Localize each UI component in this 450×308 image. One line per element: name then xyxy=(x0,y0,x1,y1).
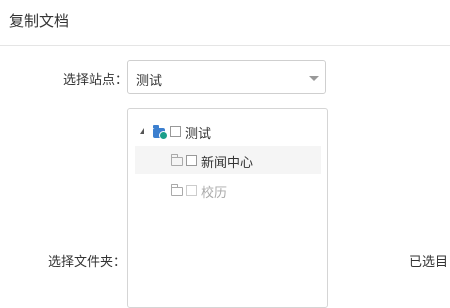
site-icon xyxy=(153,125,168,140)
tree-checkbox[interactable] xyxy=(170,126,181,137)
selected-label: 已选目 xyxy=(409,255,449,270)
tree-checkbox[interactable] xyxy=(186,155,197,166)
triangle-expanded-icon[interactable] xyxy=(140,128,144,134)
tree-node-label: 校历 xyxy=(201,186,228,201)
tree-node-root[interactable]: 测试 xyxy=(134,117,320,145)
site-select[interactable]: 测试 xyxy=(127,60,326,94)
site-select-value: 测试 xyxy=(136,74,163,89)
folder-label: 选择文件夹： xyxy=(48,255,127,270)
tree-node-label: 测试 xyxy=(185,127,212,142)
chevron-down-icon xyxy=(309,76,319,81)
tree-node-label: 新闻中心 xyxy=(201,156,254,171)
dialog-header: 复制文档 xyxy=(0,0,450,46)
tree-node-calendar: 校历 xyxy=(135,176,321,204)
folder-tree[interactable]: 测试 新闻中心 校历 xyxy=(127,108,328,308)
folder-icon xyxy=(171,154,183,166)
tree-checkbox xyxy=(186,185,197,196)
site-label: 选择站点： xyxy=(63,73,129,88)
tree-node-news[interactable]: 新闻中心 xyxy=(135,146,321,174)
dialog-title: 复制文档 xyxy=(9,12,70,30)
folder-icon xyxy=(171,184,183,196)
